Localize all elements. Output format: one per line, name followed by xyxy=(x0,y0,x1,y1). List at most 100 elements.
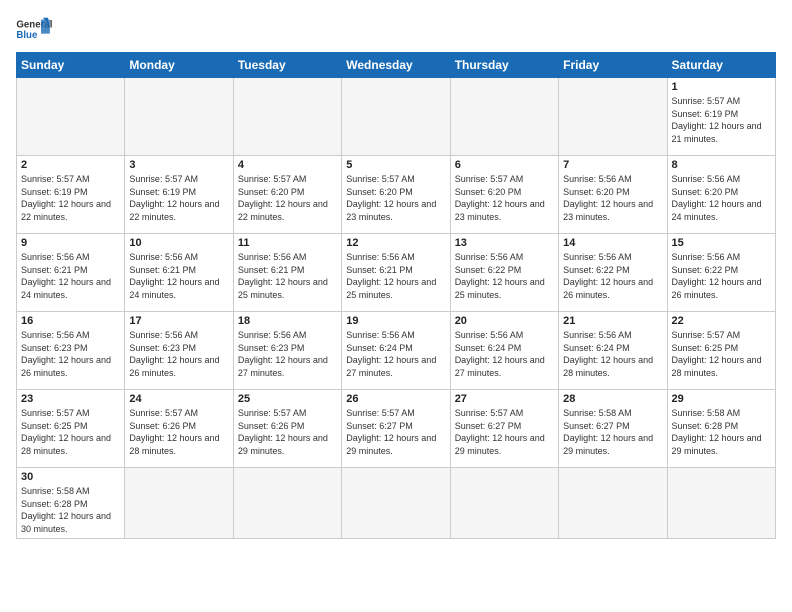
day-number: 25 xyxy=(238,393,337,405)
calendar-cell xyxy=(450,78,558,156)
day-info: Sunrise: 5:56 AMSunset: 6:24 PMDaylight:… xyxy=(563,329,662,379)
day-info: Sunrise: 5:56 AMSunset: 6:21 PMDaylight:… xyxy=(346,251,445,301)
calendar-cell xyxy=(342,78,450,156)
calendar-cell: 27 Sunrise: 5:57 AMSunset: 6:27 PMDayligh… xyxy=(450,390,558,468)
day-info: Sunrise: 5:57 AMSunset: 6:26 PMDaylight:… xyxy=(238,407,337,457)
calendar-cell xyxy=(125,78,233,156)
weekday-header-friday: Friday xyxy=(559,53,667,78)
day-info: Sunrise: 5:58 AMSunset: 6:28 PMDaylight:… xyxy=(21,485,120,535)
day-info: Sunrise: 5:56 AMSunset: 6:24 PMDaylight:… xyxy=(346,329,445,379)
day-number: 5 xyxy=(346,159,445,171)
day-info: Sunrise: 5:56 AMSunset: 6:20 PMDaylight:… xyxy=(563,173,662,223)
calendar-cell: 15 Sunrise: 5:56 AMSunset: 6:22 PMDayligh… xyxy=(667,234,775,312)
day-number: 16 xyxy=(21,315,120,327)
day-number: 10 xyxy=(129,237,228,249)
day-info: Sunrise: 5:57 AMSunset: 6:19 PMDaylight:… xyxy=(129,173,228,223)
calendar-cell: 17Sunrise: 5:56 AMSunset: 6:23 PMDayligh… xyxy=(125,312,233,390)
day-info: Sunrise: 5:57 AMSunset: 6:19 PMDaylight:… xyxy=(21,173,120,223)
calendar-cell xyxy=(450,468,558,539)
day-number: 19 xyxy=(346,315,445,327)
calendar-cell: 7 Sunrise: 5:56 AMSunset: 6:20 PMDaylight… xyxy=(559,156,667,234)
day-number: 7 xyxy=(563,159,662,171)
day-info: Sunrise: 5:57 AMSunset: 6:20 PMDaylight:… xyxy=(455,173,554,223)
calendar-week-3: 9 Sunrise: 5:56 AMSunset: 6:21 PMDaylight… xyxy=(17,234,776,312)
day-number: 9 xyxy=(21,237,120,249)
calendar-cell: 21 Sunrise: 5:56 AMSunset: 6:24 PMDayligh… xyxy=(559,312,667,390)
logo: General Blue xyxy=(16,16,52,46)
day-number: 12 xyxy=(346,237,445,249)
day-number: 15 xyxy=(672,237,771,249)
calendar-cell: 22 Sunrise: 5:57 AMSunset: 6:25 PMDayligh… xyxy=(667,312,775,390)
day-info: Sunrise: 5:56 AMSunset: 6:20 PMDaylight:… xyxy=(672,173,771,223)
calendar-cell: 10Sunrise: 5:56 AMSunset: 6:21 PMDayligh… xyxy=(125,234,233,312)
calendar-cell xyxy=(233,78,341,156)
calendar-cell: 8 Sunrise: 5:56 AMSunset: 6:20 PMDaylight… xyxy=(667,156,775,234)
day-info: Sunrise: 5:56 AMSunset: 6:21 PMDaylight:… xyxy=(21,251,120,301)
calendar-cell: 18 Sunrise: 5:56 AMSunset: 6:23 PMDayligh… xyxy=(233,312,341,390)
calendar-cell xyxy=(559,78,667,156)
calendar-cell: 12 Sunrise: 5:56 AMSunset: 6:21 PMDayligh… xyxy=(342,234,450,312)
day-number: 22 xyxy=(672,315,771,327)
calendar-table: SundayMondayTuesdayWednesdayThursdayFrid… xyxy=(16,52,776,539)
day-info: Sunrise: 5:56 AMSunset: 6:22 PMDaylight:… xyxy=(563,251,662,301)
day-number: 18 xyxy=(238,315,337,327)
day-info: Sunrise: 5:57 AMSunset: 6:25 PMDaylight:… xyxy=(21,407,120,457)
day-number: 11 xyxy=(238,237,337,249)
weekday-header-wednesday: Wednesday xyxy=(342,53,450,78)
day-info: Sunrise: 5:57 AMSunset: 6:20 PMDaylight:… xyxy=(346,173,445,223)
day-info: Sunrise: 5:56 AMSunset: 6:23 PMDaylight:… xyxy=(238,329,337,379)
calendar-cell: 6Sunrise: 5:57 AMSunset: 6:20 PMDaylight… xyxy=(450,156,558,234)
calendar-cell: 23 Sunrise: 5:57 AMSunset: 6:25 PMDayligh… xyxy=(17,390,125,468)
day-info: Sunrise: 5:56 AMSunset: 6:23 PMDaylight:… xyxy=(21,329,120,379)
generalblue-logo-icon: General Blue xyxy=(16,16,52,46)
day-info: Sunrise: 5:57 AMSunset: 6:19 PMDaylight:… xyxy=(672,95,771,145)
weekday-header-saturday: Saturday xyxy=(667,53,775,78)
svg-text:Blue: Blue xyxy=(16,30,38,41)
calendar-cell: 4Sunrise: 5:57 AMSunset: 6:20 PMDaylight… xyxy=(233,156,341,234)
page: General Blue SundayMondayTuesdayWednesda… xyxy=(0,0,792,549)
calendar-cell: 25 Sunrise: 5:57 AMSunset: 6:26 PMDayligh… xyxy=(233,390,341,468)
calendar-cell: 19 Sunrise: 5:56 AMSunset: 6:24 PMDayligh… xyxy=(342,312,450,390)
calendar-cell: 1Sunrise: 5:57 AMSunset: 6:19 PMDaylight… xyxy=(667,78,775,156)
calendar-cell: 13 Sunrise: 5:56 AMSunset: 6:22 PMDayligh… xyxy=(450,234,558,312)
calendar-cell: 30Sunrise: 5:58 AMSunset: 6:28 PMDayligh… xyxy=(17,468,125,539)
day-number: 2 xyxy=(21,159,120,171)
weekday-header-monday: Monday xyxy=(125,53,233,78)
calendar-cell xyxy=(667,468,775,539)
day-number: 21 xyxy=(563,315,662,327)
header-area: General Blue xyxy=(16,10,776,46)
day-number: 8 xyxy=(672,159,771,171)
day-number: 3 xyxy=(129,159,228,171)
day-number: 23 xyxy=(21,393,120,405)
day-number: 13 xyxy=(455,237,554,249)
day-number: 14 xyxy=(563,237,662,249)
calendar-cell xyxy=(233,468,341,539)
calendar-cell xyxy=(125,468,233,539)
day-info: Sunrise: 5:57 AMSunset: 6:25 PMDaylight:… xyxy=(672,329,771,379)
calendar-cell: 29Sunrise: 5:58 AMSunset: 6:28 PMDayligh… xyxy=(667,390,775,468)
calendar-cell: 11 Sunrise: 5:56 AMSunset: 6:21 PMDayligh… xyxy=(233,234,341,312)
day-number: 28 xyxy=(563,393,662,405)
calendar-week-5: 23 Sunrise: 5:57 AMSunset: 6:25 PMDayligh… xyxy=(17,390,776,468)
calendar-cell xyxy=(17,78,125,156)
day-info: Sunrise: 5:56 AMSunset: 6:21 PMDaylight:… xyxy=(238,251,337,301)
calendar-cell: 3 Sunrise: 5:57 AMSunset: 6:19 PMDaylight… xyxy=(125,156,233,234)
calendar-cell: 28Sunrise: 5:58 AMSunset: 6:27 PMDayligh… xyxy=(559,390,667,468)
day-number: 4 xyxy=(238,159,337,171)
weekday-header-sunday: Sunday xyxy=(17,53,125,78)
day-info: Sunrise: 5:57 AMSunset: 6:27 PMDaylight:… xyxy=(455,407,554,457)
calendar-cell: 16 Sunrise: 5:56 AMSunset: 6:23 PMDayligh… xyxy=(17,312,125,390)
calendar-cell: 5 Sunrise: 5:57 AMSunset: 6:20 PMDaylight… xyxy=(342,156,450,234)
calendar-cell: 14 Sunrise: 5:56 AMSunset: 6:22 PMDayligh… xyxy=(559,234,667,312)
day-number: 20 xyxy=(455,315,554,327)
day-number: 24 xyxy=(129,393,228,405)
calendar-cell: 2 Sunrise: 5:57 AMSunset: 6:19 PMDaylight… xyxy=(17,156,125,234)
day-info: Sunrise: 5:58 AMSunset: 6:28 PMDaylight:… xyxy=(672,407,771,457)
day-number: 27 xyxy=(455,393,554,405)
calendar-cell xyxy=(559,468,667,539)
day-number: 17 xyxy=(129,315,228,327)
day-info: Sunrise: 5:56 AMSunset: 6:22 PMDaylight:… xyxy=(672,251,771,301)
day-info: Sunrise: 5:57 AMSunset: 6:26 PMDaylight:… xyxy=(129,407,228,457)
day-info: Sunrise: 5:57 AMSunset: 6:27 PMDaylight:… xyxy=(346,407,445,457)
day-info: Sunrise: 5:56 AMSunset: 6:22 PMDaylight:… xyxy=(455,251,554,301)
